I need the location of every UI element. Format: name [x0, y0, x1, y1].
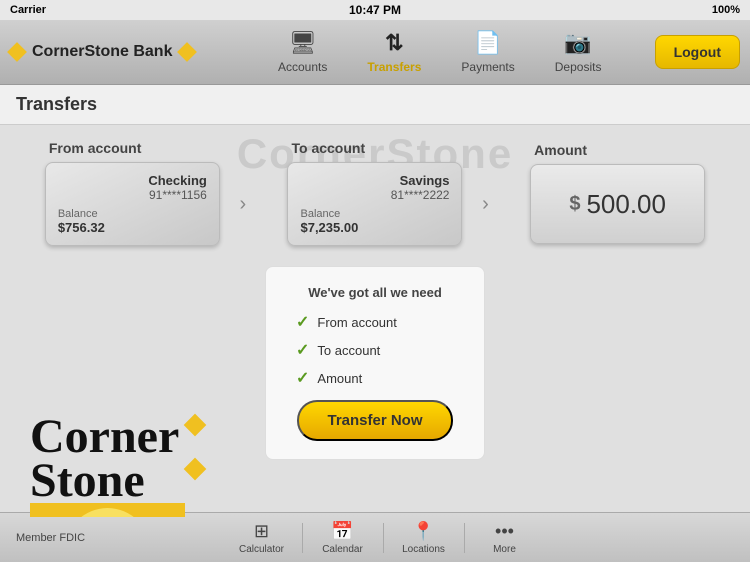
amount-label: Amount [530, 142, 587, 158]
nav-bar: CornerStone Bank 🖥 Accounts ⇅ Transfers … [0, 20, 750, 85]
from-account-number: 91****1156 [58, 188, 207, 202]
to-account-number: 81****2222 [300, 188, 449, 202]
tab-accounts[interactable]: 🖥 Accounts [258, 20, 347, 84]
accounts-icon: 🖥 [289, 30, 317, 56]
tab-deposits[interactable]: 📷 Deposits [535, 20, 622, 84]
amount-value: 500.00 [586, 189, 666, 220]
calendar-label: Calendar [322, 544, 363, 555]
footer-tab-more[interactable]: ••• More [465, 521, 545, 555]
confirmation-panel: We've got all we need ✓ From account ✓ T… [265, 266, 485, 460]
to-account-card[interactable]: Savings 81****2222 Balance $7,235.00 [287, 162, 462, 246]
transfers-icon: ⇅ [385, 30, 403, 56]
to-account-group: To account Savings 81****2222 Balance $7… [287, 140, 500, 246]
tab-deposits-label: Deposits [555, 60, 602, 74]
to-account-type: Savings [300, 173, 449, 188]
footer-tab-locations[interactable]: 📍 Locations [384, 521, 464, 555]
nav-tabs: 🖥 Accounts ⇅ Transfers 📄 Payments 📷 Depo… [225, 20, 655, 84]
yellow-box: C [30, 503, 185, 517]
fields-row: From account Checking 91****1156 Balance… [30, 140, 720, 246]
from-account-type: Checking [58, 173, 207, 188]
amount-group: Amount $ 500.00 [530, 142, 705, 244]
payments-icon: 📄 [474, 30, 501, 56]
amount-card[interactable]: $ 500.00 [530, 164, 705, 244]
from-balance-value: $756.32 [58, 220, 207, 235]
to-balance-value: $7,235.00 [300, 220, 449, 235]
main-content: CornerStone From account Checking 91****… [0, 125, 750, 517]
tab-payments[interactable]: 📄 Payments [441, 20, 534, 84]
locations-icon: 📍 [412, 521, 434, 542]
more-label: More [493, 544, 516, 555]
check-from-icon: ✓ [296, 312, 309, 332]
footer-tab-calendar[interactable]: 📅 Calendar [303, 521, 383, 555]
tab-transfers[interactable]: ⇅ Transfers [347, 20, 441, 84]
locations-label: Locations [402, 544, 445, 555]
calendar-icon: 📅 [331, 521, 353, 542]
dollar-sign: $ [569, 193, 580, 216]
check-amount-icon: ✓ [296, 368, 309, 388]
calculator-icon: ⊞ [254, 521, 269, 542]
check-item-to: ✓ To account [296, 340, 454, 360]
more-icon: ••• [495, 521, 514, 542]
yellow-circle: C [65, 508, 150, 517]
logo-bottom-diamond-icon [184, 458, 207, 481]
check-item-from: ✓ From account [296, 312, 454, 332]
deposits-icon: 📷 [564, 30, 591, 56]
logo-diamond-left-icon [7, 42, 27, 62]
tab-payments-label: Payments [461, 60, 514, 74]
corner-text: Corner [30, 415, 179, 459]
c-letter: C [79, 511, 137, 517]
logout-button[interactable]: Logout [655, 35, 740, 69]
logo-area: CornerStone Bank [10, 43, 225, 61]
to-account-top: Savings 81****2222 [300, 173, 449, 202]
logo-top-diamond-icon [184, 414, 207, 437]
from-account-top: Checking 91****1156 [58, 173, 207, 202]
check-item-amount: ✓ Amount [296, 368, 454, 388]
time-label: 10:47 PM [349, 3, 401, 17]
logo-text: CornerStone Bank [32, 43, 172, 61]
from-account-label: From account [45, 140, 142, 156]
stone-text: Stone [30, 459, 179, 503]
carrier-label: Carrier [10, 4, 46, 16]
battery-label: 100% [712, 4, 740, 16]
to-balance-label: Balance [300, 208, 449, 220]
check-from-label: From account [317, 315, 396, 330]
page-title: Transfers [16, 94, 97, 115]
logo-diamond-right-icon [178, 42, 198, 62]
from-account-chevron[interactable]: › [228, 189, 258, 219]
from-balance-label: Balance [58, 208, 207, 220]
to-account-chevron[interactable]: › [470, 189, 500, 219]
from-account-group: From account Checking 91****1156 Balance… [45, 140, 258, 246]
calculator-label: Calculator [239, 544, 284, 555]
tab-transfers-label: Transfers [367, 60, 421, 74]
footer-tab-calculator[interactable]: ⊞ Calculator [222, 521, 302, 555]
confirmation-title: We've got all we need [296, 285, 454, 300]
tab-accounts-label: Accounts [278, 60, 327, 74]
footer-member-fdic: Member FDIC [0, 532, 163, 544]
bank-logo: Corner Stone C BANK [30, 415, 230, 517]
status-bar: Carrier 10:47 PM 100% [0, 0, 750, 20]
to-account-label: To account [287, 140, 365, 156]
transfer-now-button[interactable]: Transfer Now [297, 400, 452, 441]
check-amount-label: Amount [317, 371, 362, 386]
footer: Member FDIC ⊞ Calculator 📅 Calendar 📍 Lo… [0, 512, 750, 562]
check-to-label: To account [317, 343, 380, 358]
footer-tabs: ⊞ Calculator 📅 Calendar 📍 Locations ••• … [163, 521, 603, 555]
check-to-icon: ✓ [296, 340, 309, 360]
from-account-card[interactable]: Checking 91****1156 Balance $756.32 [45, 162, 220, 246]
page-title-bar: Transfers [0, 85, 750, 125]
